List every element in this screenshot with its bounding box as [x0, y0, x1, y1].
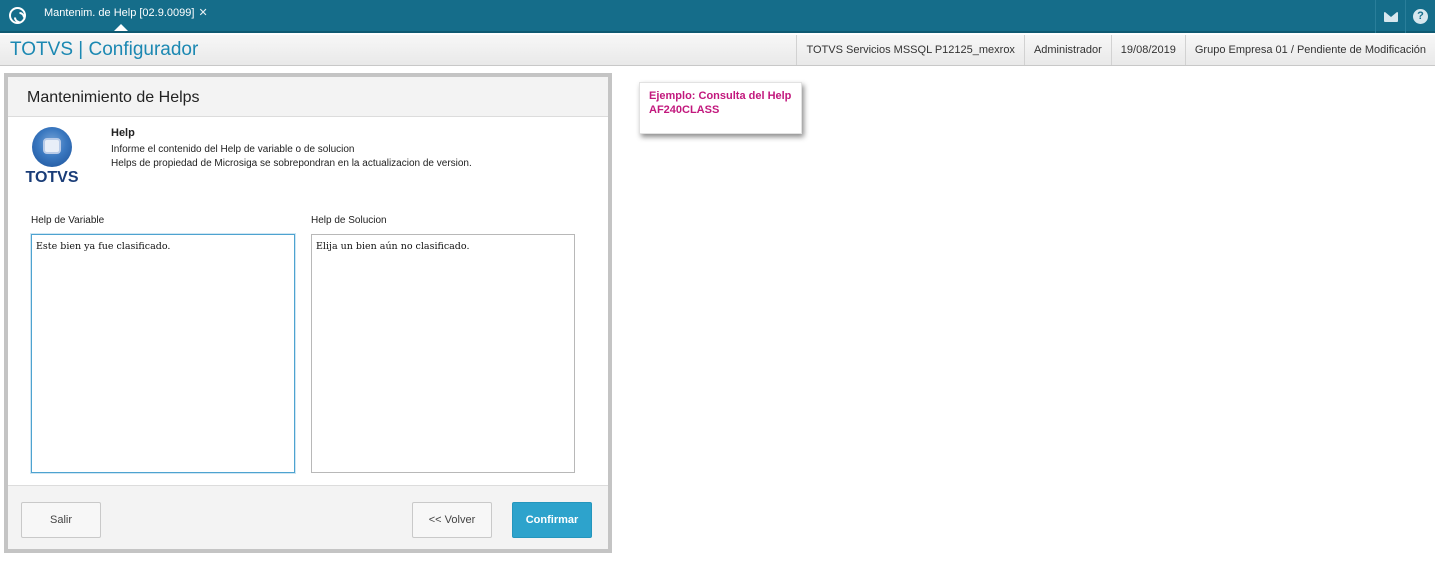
tab-close-icon[interactable]: ✕: [198, 7, 207, 19]
messages-button[interactable]: [1375, 0, 1405, 33]
variable-help-textarea[interactable]: Este bien ya fue clasificado.: [31, 234, 295, 473]
help-description-line2: Helps de propiedad de Microsiga se sobre…: [111, 158, 472, 169]
variable-help-label: Help de Variable: [31, 215, 105, 226]
mail-icon: [1383, 11, 1398, 22]
totvs-logo: TOTVS: [23, 127, 83, 187]
tab-label: Mantenim. de Help [02.9.0099]: [44, 7, 195, 19]
help-icon: ?: [1413, 9, 1428, 24]
environment-info: TOTVS Servicios MSSQL P12125_mexrox: [796, 35, 1023, 65]
help-description-line1: Informe el contenido del Help de variabl…: [111, 144, 355, 155]
help-heading: Help: [111, 127, 135, 139]
confirm-button[interactable]: Confirmar: [512, 502, 592, 538]
user-info: Administrador: [1023, 35, 1111, 65]
help-maintenance-dialog: Mantenimiento de Helps TOTVS Help Inform…: [4, 73, 612, 553]
solution-help-textarea[interactable]: Elija un bien aún no clasificado.: [311, 234, 575, 473]
dialog-title: Mantenimiento de Helps: [27, 89, 200, 106]
dialog-footer: Salir << Volver Confirmar: [8, 485, 608, 549]
app-header: TOTVS | Configurador TOTVS Servicios MSS…: [0, 35, 1435, 66]
totvs-logo-icon: [32, 127, 72, 167]
totvs-logo-text: TOTVS: [25, 169, 79, 186]
exit-button[interactable]: Salir: [21, 502, 101, 538]
header-info: TOTVS Servicios MSSQL P12125_mexrox Admi…: [796, 35, 1435, 65]
example-note: Ejemplo: Consulta del Help AF240CLASS: [639, 82, 802, 134]
company-info: Grupo Empresa 01 / Pendiente de Modifica…: [1184, 35, 1435, 65]
active-tab-indicator: [114, 24, 128, 31]
back-button[interactable]: << Volver: [412, 502, 492, 538]
top-bar: Mantenim. de Help [02.9.0099] ✕ ?: [0, 0, 1435, 33]
date-info: 19/08/2019: [1110, 35, 1185, 65]
help-button[interactable]: ?: [1405, 0, 1435, 33]
top-icons: ?: [1375, 0, 1435, 33]
dialog-titlebar: Mantenimiento de Helps: [8, 77, 608, 117]
app-logo-icon[interactable]: [9, 7, 26, 24]
app-title: TOTVS | Configurador: [10, 39, 199, 60]
solution-help-label: Help de Solucion: [311, 215, 387, 226]
